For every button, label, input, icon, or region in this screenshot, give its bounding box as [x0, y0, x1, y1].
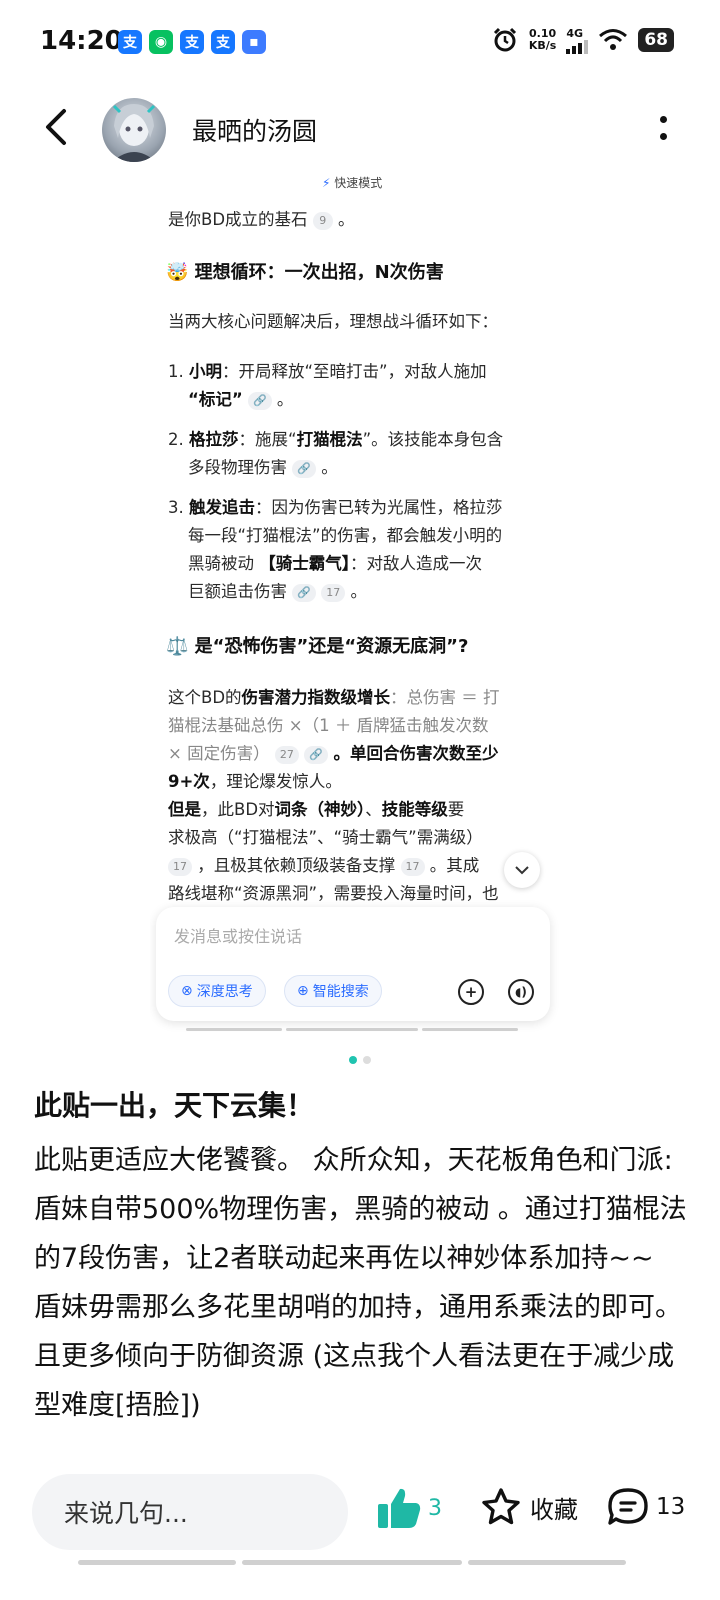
cell-signal: 4G [566, 27, 589, 54]
list-item-cont: 多段物理伤害 🔗 。 [188, 458, 338, 478]
author-avatar[interactable] [102, 98, 166, 162]
link-icon: 🔗 [292, 583, 316, 602]
section-heading: ⚖️ 是“恐怖伤害”还是“资源无底洞”? [166, 636, 469, 657]
text-line: 是你BD成立的基石 9 。 [168, 210, 355, 230]
post-body: 此贴更适应大佬饕餮。 众所众知，天花板角色和门派:盾妹自带500%物理伤害，黑骑… [34, 1145, 687, 1421]
list-item: 3. 触发追击：因为伤害已转为光属性，格拉莎 [168, 498, 503, 517]
intro-text: 当两大核心问题解决后，理想战斗循环如下： [168, 312, 498, 331]
alipay-icon: 支 [180, 30, 204, 54]
list-item-cont: 巨额追击伤害 🔗 17 。 [188, 582, 367, 602]
post-title: 此贴一出，天下云集！ [34, 1089, 315, 1122]
text-line: 求极高（“打猫棍法”、“骑士霸气”需满级） [168, 828, 483, 847]
section-heading: 🤯 理想循环：一次出招，N次伤害 [166, 262, 444, 283]
comments-button[interactable]: 13 [606, 1486, 685, 1528]
voice-icon: ◖) [508, 979, 534, 1005]
post-image[interactable]: ⚡ 快速模式 是你BD成立的基石 9 。 🤯 理想循环：一次出招，N次伤害 当两… [150, 172, 570, 1052]
list-item-cont: 每一段“打猫棍法”的伤害，都会触发小明的 [188, 526, 503, 545]
embedded-chat-input: 发消息或按住说话 ⊗ 深度思考 ⊕ 智能搜索 + ◖) [156, 907, 550, 1021]
status-indicators: 0.10 KB/s 4G 68 [491, 26, 674, 54]
scroll-down-button [504, 852, 540, 888]
text-line: 9+次，理论爆发惊人。 [168, 772, 342, 791]
deep-think-chip: ⊗ 深度思考 [168, 975, 266, 1007]
favorite-button[interactable]: 收藏 [480, 1486, 578, 1528]
alipay-icon: 支 [118, 30, 142, 54]
like-button[interactable]: 3 [376, 1486, 442, 1530]
page-dot [363, 1056, 371, 1064]
dot [659, 116, 667, 123]
text-line: 猫棍法基础总伤 ×（1 ＋ 盾牌猛击触发次数 [168, 716, 489, 735]
image-home-indicator [186, 1028, 518, 1031]
alarm-icon [493, 27, 516, 52]
comment-bubble-icon [608, 1488, 648, 1525]
image-pagination [0, 1056, 720, 1064]
post-header: 最晒的汤圆 [0, 90, 720, 170]
smart-search-chip: ⊕ 智能搜索 [284, 975, 382, 1007]
system-home-indicator [78, 1560, 626, 1565]
bottom-action-bar: 来说几句... 3 收藏 13 [0, 1452, 720, 1600]
text-line: 这个BD的伤害潜力指数级增长：总伤害 ＝ 打 [168, 688, 500, 707]
star-icon [482, 1488, 520, 1525]
battery-indicator: 68 [638, 28, 674, 52]
author-name[interactable]: 最晒的汤圆 [192, 112, 317, 148]
text-line: 17 ，且极其依赖顶级装备支撑 17 。其成 [168, 852, 558, 880]
link-icon: 🔗 [247, 391, 272, 410]
embedded-ai-chat-screenshot: ⚡ 快速模式 是你BD成立的基石 9 。 🤯 理想循环：一次出招，N次伤害 当两… [150, 172, 570, 1052]
atom-icon: ⊗ [181, 983, 193, 999]
page-dot-active [349, 1056, 357, 1064]
avatar-portrait-icon [112, 104, 156, 162]
status-time: 14:20 [40, 26, 123, 56]
signal-bars-icon [566, 39, 589, 54]
text-line: 但是，此BD对词条（神妙）、技能等级要 [168, 800, 465, 819]
network-speed: 0.10 KB/s [528, 27, 557, 52]
text-line: 路线堪称“资源黑洞”，需要投入海量时间，也 [168, 884, 499, 903]
alipay-icon: 支 [211, 30, 235, 54]
chevron-down-icon [515, 866, 529, 875]
globe-icon: ⊕ [297, 983, 309, 999]
fast-mode-label: ⚡ 快速模式 [322, 176, 383, 190]
wechat-icon: ◉ [149, 30, 173, 54]
comment-input[interactable]: 来说几句... [32, 1474, 348, 1550]
message-icon: ▪ [242, 30, 266, 54]
link-icon: 🔗 [304, 745, 328, 764]
lightning-icon: ⚡ [322, 176, 331, 190]
plus-icon: + [458, 979, 484, 1005]
wifi-icon [599, 29, 628, 50]
thumbs-up-icon [378, 1488, 421, 1528]
more-options-button[interactable] [648, 106, 678, 150]
list-item-cont: “标记” 🔗 。 [188, 390, 294, 410]
dot [659, 133, 667, 140]
status-bar: 14:20 支 ◉ 支 支 ▪ 0.10 KB/s 4G 68 [0, 0, 720, 90]
text-line: × 固定伤害） 27 🔗 。单回合伤害次数至少 [168, 744, 499, 764]
list-item-cont: 黑骑被动 【骑士霸气】：对敌人造成一次 [188, 554, 482, 573]
link-icon: 🔗 [292, 459, 316, 478]
back-button[interactable] [30, 102, 80, 152]
notification-icons: 支 ◉ 支 支 ▪ [118, 30, 266, 54]
list-item: 1. 小明：开局释放“至暗打击”，对敌人施加 [168, 362, 487, 381]
list-item: 2. 格拉莎：施展“打猫棍法”。该技能本身包含 [168, 430, 504, 449]
chevron-left-icon [46, 109, 66, 145]
